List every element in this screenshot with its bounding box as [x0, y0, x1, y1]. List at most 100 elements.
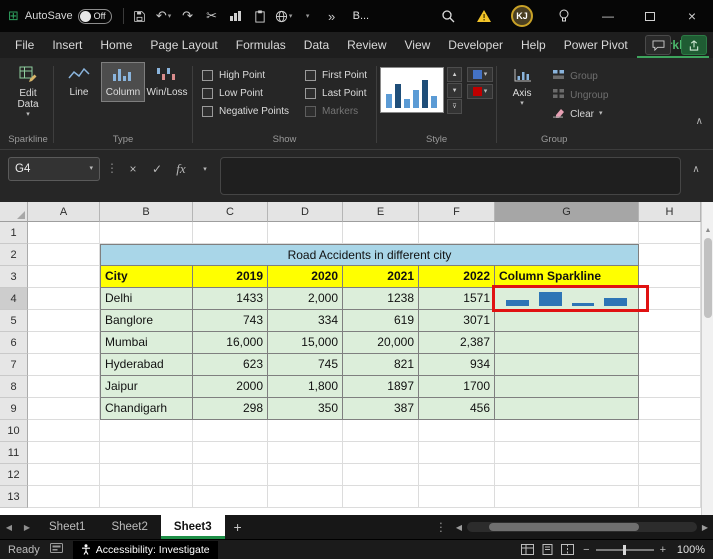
- cell-C10[interactable]: [193, 420, 268, 442]
- sparkline-color-button[interactable]: ▾: [467, 67, 494, 82]
- insert-function-icon[interactable]: fx: [172, 157, 190, 181]
- cell-F11[interactable]: [419, 442, 495, 464]
- scroll-left-icon[interactable]: ◀: [451, 523, 467, 532]
- cell-C7[interactable]: 623: [193, 354, 268, 376]
- select-all-corner[interactable]: [0, 202, 28, 222]
- menu-item-formulas[interactable]: Formulas: [227, 32, 295, 58]
- cell-E9[interactable]: 387: [343, 398, 419, 420]
- row-header-2[interactable]: 2: [0, 244, 28, 266]
- share-icon[interactable]: [681, 35, 707, 55]
- cell-F1[interactable]: [419, 222, 495, 244]
- cell-B11[interactable]: [100, 442, 193, 464]
- cell-F12[interactable]: [419, 464, 495, 486]
- edit-data-button[interactable]: Edit Data ▾: [6, 62, 50, 122]
- column-header-E[interactable]: E: [343, 202, 419, 222]
- checkbox-high-point[interactable]: High Point: [202, 70, 289, 81]
- user-avatar[interactable]: KJ: [511, 5, 533, 27]
- clear-button[interactable]: Clear ▾: [552, 106, 608, 122]
- cell-G4[interactable]: [492, 285, 649, 312]
- cell-B4[interactable]: Delhi: [100, 288, 193, 310]
- cell-D6[interactable]: 15,000: [268, 332, 343, 354]
- cell-G10[interactable]: [495, 420, 639, 442]
- menu-item-home[interactable]: Home: [91, 32, 141, 58]
- function-caret-icon[interactable]: ▾: [196, 157, 214, 181]
- cell-C9[interactable]: 298: [193, 398, 268, 420]
- gallery-down-icon[interactable]: ▼: [447, 83, 463, 98]
- horizontal-scrollbar[interactable]: ◀ ▶: [451, 515, 713, 539]
- cell-G3[interactable]: Column Sparkline: [495, 266, 639, 288]
- cell-E13[interactable]: [343, 486, 419, 508]
- sheet-tab-sheet3[interactable]: Sheet3: [160, 515, 225, 539]
- cell-A3[interactable]: [28, 266, 100, 288]
- cell-H8[interactable]: [639, 376, 701, 398]
- cell-H13[interactable]: [639, 486, 701, 508]
- cell-E8[interactable]: 1897: [343, 376, 419, 398]
- cell-H7[interactable]: [639, 354, 701, 376]
- autosave-switch[interactable]: Off: [77, 8, 112, 24]
- cell-B13[interactable]: [100, 486, 193, 508]
- scroll-right-icon[interactable]: ▶: [697, 523, 713, 532]
- cell-A13[interactable]: [28, 486, 100, 508]
- cell-C8[interactable]: 2000: [193, 376, 268, 398]
- cell-H1[interactable]: [639, 222, 701, 244]
- cell-G7[interactable]: [495, 354, 639, 376]
- enter-formula-icon[interactable]: ✓: [148, 157, 166, 181]
- column-header-A[interactable]: A: [28, 202, 100, 222]
- cell-A1[interactable]: [28, 222, 100, 244]
- menu-item-help[interactable]: Help: [512, 32, 555, 58]
- vertical-scrollbar[interactable]: ▲: [701, 202, 713, 515]
- zoom-slider[interactable]: [595, 544, 654, 555]
- marker-color-button[interactable]: ▾: [467, 84, 494, 99]
- row-header-8[interactable]: 8: [0, 376, 28, 398]
- cut-icon[interactable]: ✂: [201, 4, 223, 28]
- row-header-4[interactable]: 4: [0, 288, 28, 310]
- zoom-level[interactable]: 100%: [675, 544, 705, 556]
- type-button-win-loss[interactable]: Win/Loss: [145, 62, 189, 102]
- cell-F8[interactable]: 1700: [419, 376, 495, 398]
- cell-D12[interactable]: [268, 464, 343, 486]
- menu-item-file[interactable]: File: [6, 32, 43, 58]
- cell-A12[interactable]: [28, 464, 100, 486]
- cell-H2[interactable]: [639, 244, 701, 266]
- cell-C4[interactable]: 1433: [193, 288, 268, 310]
- cell-A4[interactable]: [28, 288, 100, 310]
- cell-B9[interactable]: Chandigarh: [100, 398, 193, 420]
- row-header-9[interactable]: 9: [0, 398, 28, 420]
- scroll-up-icon[interactable]: ▲: [702, 224, 713, 236]
- save-icon[interactable]: [129, 4, 151, 28]
- column-header-B[interactable]: B: [100, 202, 193, 222]
- cell-A6[interactable]: [28, 332, 100, 354]
- row-header-12[interactable]: 12: [0, 464, 28, 486]
- cell-A2[interactable]: [28, 244, 100, 266]
- formula-input[interactable]: [220, 157, 681, 195]
- cell-B2-merged-title[interactable]: Road Accidents in different city: [100, 244, 639, 266]
- menu-item-view[interactable]: View: [396, 32, 440, 58]
- tab-bar-more-icon[interactable]: ⋮: [431, 515, 451, 539]
- cell-B6[interactable]: Mumbai: [100, 332, 193, 354]
- undo-icon[interactable]: ↶ ▾: [153, 4, 175, 28]
- style-gallery[interactable]: [380, 67, 445, 113]
- cell-E12[interactable]: [343, 464, 419, 486]
- formula-bar-expand-icon[interactable]: ∧: [687, 157, 705, 181]
- redo-icon[interactable]: ↷: [177, 4, 199, 28]
- name-box[interactable]: G4 ▾: [8, 157, 100, 181]
- qat-overflow-icon[interactable]: »: [321, 4, 343, 28]
- cell-D9[interactable]: 350: [268, 398, 343, 420]
- search-icon[interactable]: [437, 4, 459, 28]
- page-layout-view-icon[interactable]: [541, 544, 554, 555]
- menu-item-review[interactable]: Review: [338, 32, 395, 58]
- cell-H11[interactable]: [639, 442, 701, 464]
- cell-D11[interactable]: [268, 442, 343, 464]
- cell-G5[interactable]: [495, 310, 639, 332]
- cell-C3[interactable]: 2019: [193, 266, 268, 288]
- cell-F4[interactable]: 1571: [419, 288, 495, 310]
- cell-F9[interactable]: 456: [419, 398, 495, 420]
- cell-A9[interactable]: [28, 398, 100, 420]
- cell-G6[interactable]: [495, 332, 639, 354]
- cell-B5[interactable]: Banglore: [100, 310, 193, 332]
- type-button-line[interactable]: Line: [57, 62, 101, 102]
- row-header-6[interactable]: 6: [0, 332, 28, 354]
- horizontal-scroll-track[interactable]: [467, 522, 697, 532]
- cell-F3[interactable]: 2022: [419, 266, 495, 288]
- cell-C5[interactable]: 743: [193, 310, 268, 332]
